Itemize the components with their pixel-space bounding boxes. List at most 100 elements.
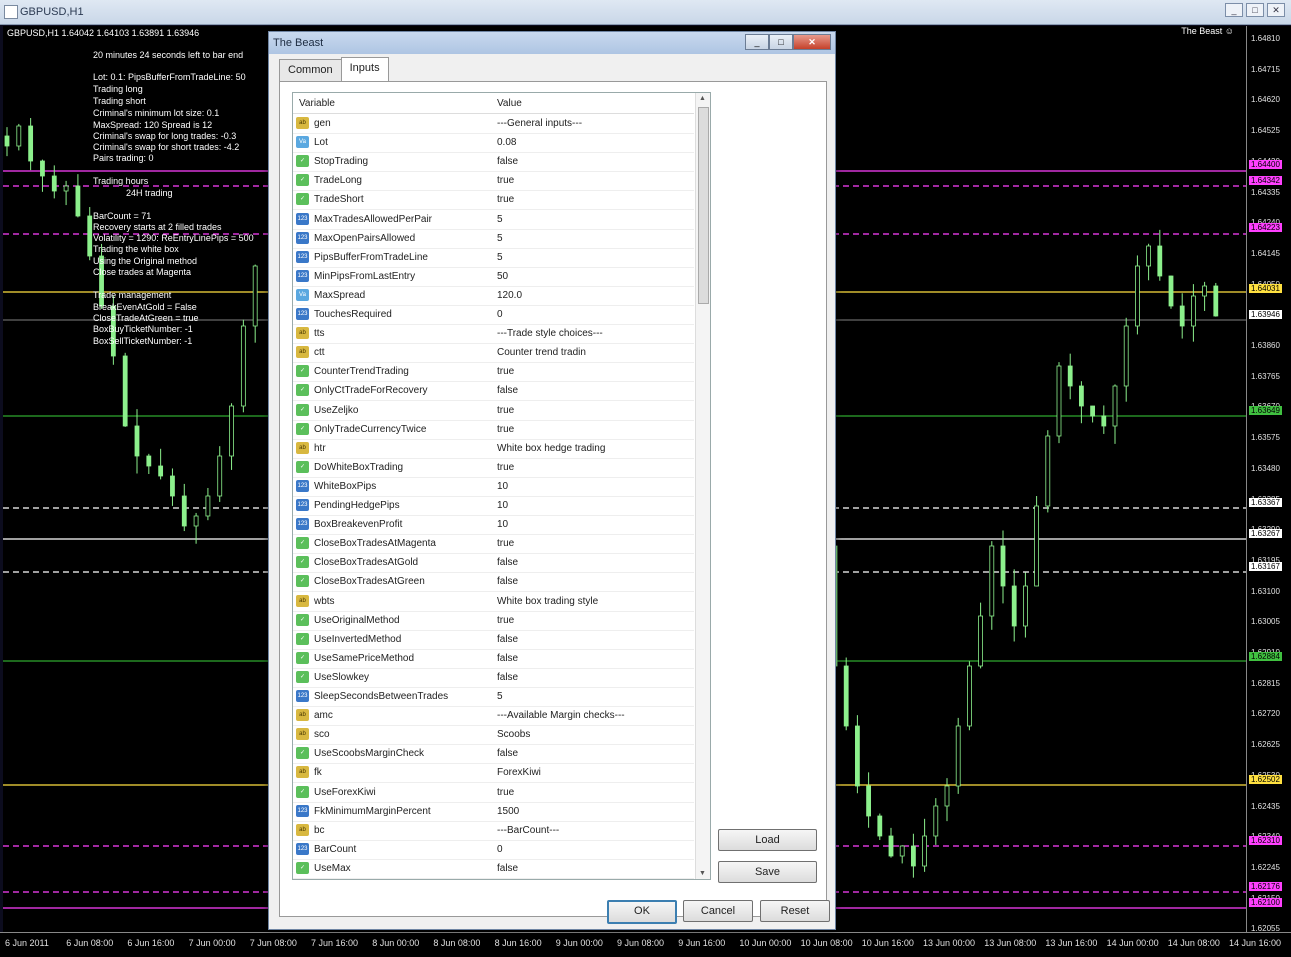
load-button[interactable]: Load <box>718 829 817 851</box>
input-value[interactable]: 50 <box>497 271 508 282</box>
input-value[interactable]: false <box>497 672 518 683</box>
input-row[interactable]: ab wbts White box trading style <box>293 592 694 612</box>
scroll-down-arrow-icon[interactable]: ▼ <box>699 870 706 877</box>
input-value[interactable]: 5 <box>497 252 503 263</box>
dialog-close-button[interactable]: ✕ <box>793 34 831 50</box>
input-value[interactable]: false <box>497 863 518 874</box>
input-row[interactable]: 123 PendingHedgePips 10 <box>293 496 694 516</box>
input-row[interactable]: ✓ UseZeljko true <box>293 401 694 421</box>
input-row[interactable]: 123 SleepSecondsBetweenTrades 5 <box>293 687 694 707</box>
input-row[interactable]: ab sco Scoobs <box>293 725 694 746</box>
input-value[interactable]: true <box>497 787 514 798</box>
input-row[interactable]: ✓ OnlyTradeCurrencyTwice true <box>293 420 694 440</box>
input-value[interactable]: ---General inputs--- <box>497 118 582 129</box>
input-row[interactable]: ab amc ---Available Margin checks--- <box>293 706 694 727</box>
input-row[interactable]: ✓ TradeShort true <box>293 190 694 211</box>
input-value[interactable]: false <box>497 385 518 396</box>
input-value[interactable]: true <box>497 538 514 549</box>
input-row[interactable]: ✓ TradeLong true <box>293 171 694 192</box>
save-button[interactable]: Save <box>718 861 817 883</box>
input-row[interactable]: ab bc ---BarCount--- <box>293 821 694 841</box>
input-value[interactable]: 5 <box>497 233 503 244</box>
tab-inputs[interactable]: Inputs <box>340 57 389 84</box>
input-row[interactable]: ✓ CounterTrendTrading true <box>293 362 694 383</box>
maximize-button[interactable]: □ <box>1246 3 1264 17</box>
input-row[interactable]: ✓ UseMax false <box>293 859 694 879</box>
input-row[interactable]: ab htr White box hedge trading <box>293 439 694 459</box>
input-row[interactable]: 123 BoxBreakevenProfit 10 <box>293 515 694 536</box>
input-value[interactable]: false <box>497 576 518 587</box>
input-row[interactable]: 123 BarCount 0 <box>293 840 694 860</box>
input-row[interactable]: ✓ OnlyCtTradeForRecovery false <box>293 381 694 402</box>
input-value[interactable]: ---BarCount--- <box>497 825 559 836</box>
column-header-value[interactable]: Value <box>497 98 522 109</box>
scroll-up-arrow-icon[interactable]: ▲ <box>699 95 706 102</box>
input-value[interactable]: true <box>497 194 514 205</box>
input-row[interactable]: ✓ StopTrading false <box>293 152 694 173</box>
reset-button[interactable]: Reset <box>760 900 830 922</box>
input-row[interactable]: 123 MaxOpenPairsAllowed 5 <box>293 229 694 249</box>
input-value[interactable]: false <box>497 156 518 167</box>
input-row[interactable]: ✓ CloseBoxTradesAtMagenta true <box>293 534 694 555</box>
input-row[interactable]: ✓ UseForexKiwi true <box>293 783 694 803</box>
input-row[interactable]: Va MaxSpread 120.0 <box>293 286 694 306</box>
input-value[interactable]: 0.08 <box>497 137 516 148</box>
tab-common[interactable]: Common <box>279 59 342 81</box>
input-value[interactable]: true <box>497 175 514 186</box>
input-row[interactable]: ✓ CloseBoxTradesAtGold false <box>293 553 694 574</box>
input-value[interactable]: 5 <box>497 691 503 702</box>
input-value[interactable]: true <box>497 615 514 626</box>
cancel-button[interactable]: Cancel <box>683 900 753 922</box>
input-row[interactable]: ✓ UseOriginalMethod true <box>293 611 694 631</box>
input-value[interactable]: 0 <box>497 309 503 320</box>
input-row[interactable]: 123 WhiteBoxPips 10 <box>293 477 694 497</box>
price-level-badge: 1.63167 <box>1249 562 1282 571</box>
input-row[interactable]: ab tts ---Trade style choices--- <box>293 324 694 345</box>
input-value[interactable]: White box hedge trading <box>497 443 605 454</box>
input-row[interactable]: 123 TouchesRequired 0 <box>293 305 694 325</box>
close-button[interactable]: ✕ <box>1267 3 1285 17</box>
input-value[interactable]: 0 <box>497 844 503 855</box>
input-value[interactable]: 1500 <box>497 806 519 817</box>
input-value[interactable]: 120.0 <box>497 290 522 301</box>
input-row[interactable]: Va Lot 0.08 <box>293 133 694 154</box>
input-value[interactable]: 10 <box>497 500 508 511</box>
dialog-minimize-button[interactable]: _ <box>745 34 769 50</box>
input-value[interactable]: ---Available Margin checks--- <box>497 710 625 721</box>
input-value[interactable]: 10 <box>497 481 508 492</box>
input-row[interactable]: 123 MaxTradesAllowedPerPair 5 <box>293 210 694 230</box>
input-row[interactable]: ✓ CloseBoxTradesAtGreen false <box>293 572 694 593</box>
ok-button[interactable]: OK <box>607 900 677 924</box>
input-value[interactable]: 5 <box>497 214 503 225</box>
input-value[interactable]: Counter trend tradin <box>497 347 586 358</box>
input-value[interactable]: White box trading style <box>497 596 598 607</box>
input-row[interactable]: ✓ DoWhiteBoxTrading true <box>293 458 694 478</box>
input-value[interactable]: true <box>497 405 514 416</box>
input-row[interactable]: ✓ UseSamePriceMethod false <box>293 649 694 669</box>
input-value[interactable]: true <box>497 462 514 473</box>
input-row[interactable]: ✓ UseScoobsMarginCheck false <box>293 744 694 765</box>
input-value[interactable]: true <box>497 366 514 377</box>
input-value[interactable]: false <box>497 557 518 568</box>
input-value[interactable]: ForexKiwi <box>497 767 541 778</box>
minimize-button[interactable]: _ <box>1225 3 1243 17</box>
input-row[interactable]: 123 PipsBufferFromTradeLine 5 <box>293 248 694 268</box>
input-value[interactable]: Scoobs <box>497 729 530 740</box>
column-header-variable[interactable]: Variable <box>299 98 335 109</box>
grid-scrollbar[interactable]: ▲ ▼ <box>695 93 710 879</box>
input-row[interactable]: 123 FkMinimumMarginPercent 1500 <box>293 802 694 822</box>
input-row[interactable]: 123 MinPipsFromLastEntry 50 <box>293 267 694 287</box>
input-row[interactable]: ab fk ForexKiwi <box>293 763 694 784</box>
input-value[interactable]: false <box>497 653 518 664</box>
input-row[interactable]: ab gen ---General inputs--- <box>293 114 694 134</box>
input-value[interactable]: true <box>497 424 514 435</box>
scrollbar-thumb[interactable] <box>698 107 709 304</box>
input-row[interactable]: ✓ UseInvertedMethod false <box>293 630 694 650</box>
input-value[interactable]: false <box>497 748 518 759</box>
dialog-maximize-button[interactable]: □ <box>769 34 793 50</box>
input-value[interactable]: false <box>497 634 518 645</box>
input-row[interactable]: ab ctt Counter trend tradin <box>293 343 694 364</box>
input-value[interactable]: ---Trade style choices--- <box>497 328 603 339</box>
input-row[interactable]: ✓ UseSlowkey false <box>293 668 694 688</box>
input-value[interactable]: 10 <box>497 519 508 530</box>
